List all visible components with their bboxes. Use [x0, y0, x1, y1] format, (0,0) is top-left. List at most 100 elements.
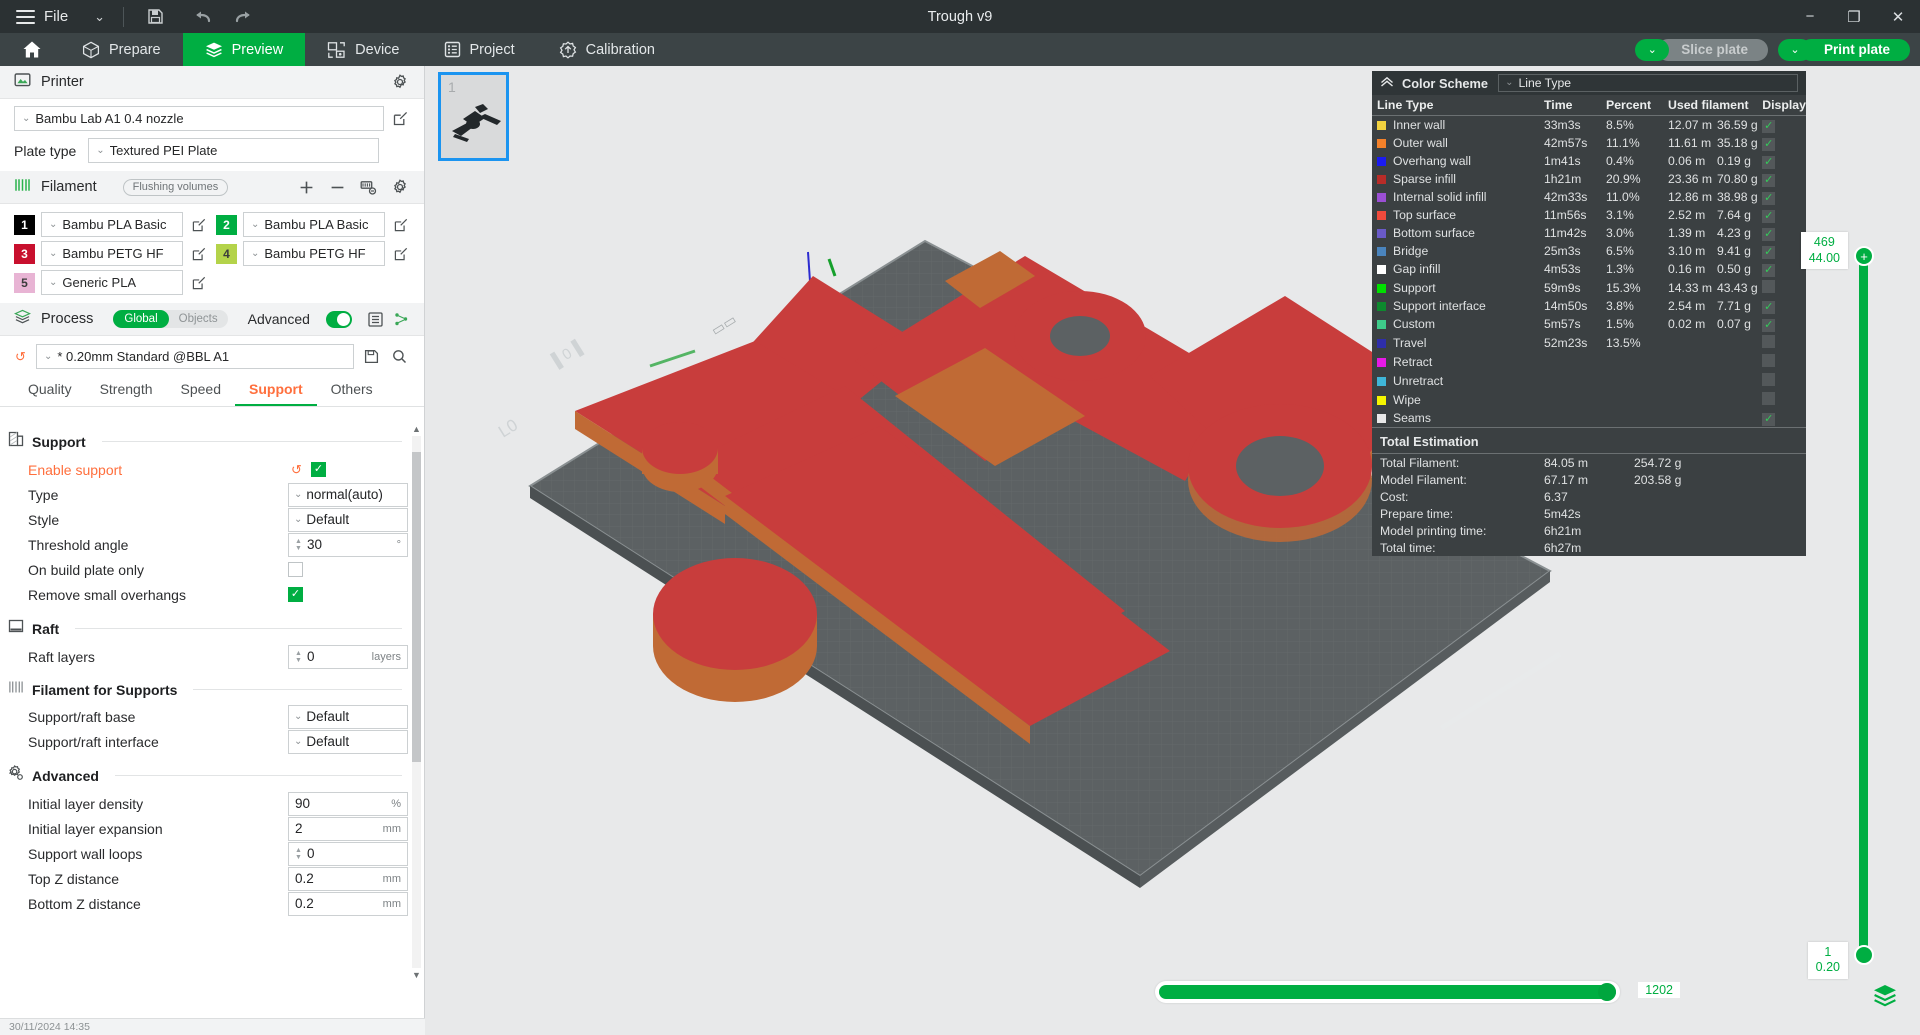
legend-display-checkbox[interactable]	[1762, 227, 1776, 241]
add-filament-icon[interactable]	[296, 177, 317, 198]
tab-device[interactable]: Device	[305, 33, 421, 66]
legend-row[interactable]: Support 59m9s 15.3% 14.33 m 43.43 g	[1372, 278, 1806, 297]
top-z-distance-input[interactable]: 0.2 mm	[288, 866, 408, 891]
plate-type-select[interactable]: ⌄ Textured PEI Plate	[88, 138, 379, 163]
legend-row[interactable]: Overhang wall 1m41s 0.4% 0.06 m 0.19 g	[1372, 152, 1806, 170]
legend-display-checkbox[interactable]	[1762, 391, 1776, 405]
legend-display-checkbox[interactable]	[1762, 173, 1776, 187]
layer-slider-top-handle[interactable]: +	[1854, 246, 1874, 266]
chevron-down-icon[interactable]: ⌄	[94, 9, 105, 25]
filament-slot-3-edit-icon[interactable]	[189, 244, 208, 263]
printer-edit-icon[interactable]	[391, 109, 410, 128]
legend-row[interactable]: Wipe	[1372, 390, 1806, 409]
legend-display-checkbox[interactable]	[1762, 191, 1776, 205]
moves-slider[interactable]: 1202	[1155, 981, 1680, 1003]
legend-display-checkbox[interactable]	[1762, 279, 1776, 293]
scroll-down-arrow-icon[interactable]: ▼	[412, 968, 421, 982]
legend-display-checkbox[interactable]	[1762, 353, 1776, 367]
undo-icon[interactable]	[190, 6, 216, 28]
legend-row[interactable]: Top surface 11m56s 3.1% 2.52 m 7.64 g	[1372, 206, 1806, 224]
legend-display-checkbox[interactable]	[1762, 137, 1776, 151]
initial-layer-expansion-input[interactable]: 2 mm	[288, 816, 408, 841]
filament-slot-3[interactable]: 3 ⌄ Bambu PETG HF	[14, 241, 208, 266]
legend-row[interactable]: Travel 52m23s 13.5%	[1372, 333, 1806, 352]
legend-row[interactable]: Outer wall 42m57s 11.1% 11.61 m 35.18 g	[1372, 134, 1806, 152]
filament-slot-1-edit-icon[interactable]	[189, 215, 208, 234]
filament-slot-3-select[interactable]: ⌄ Bambu PETG HF	[41, 241, 183, 266]
legend-display-checkbox[interactable]	[1762, 334, 1776, 348]
remove-small-overhangs-checkbox[interactable]	[288, 587, 303, 602]
scrollbar-thumb[interactable]	[412, 452, 421, 762]
chevron-up-icon[interactable]	[1380, 76, 1394, 90]
filament-slot-4[interactable]: 4 ⌄ Bambu PETG HF	[216, 241, 410, 266]
legend-row[interactable]: Retract	[1372, 352, 1806, 371]
legend-row[interactable]: Sparse infill 1h21m 20.9% 23.36 m 70.80 g	[1372, 170, 1806, 188]
legend-row[interactable]: Internal solid infill 42m33s 11.0% 12.86 m3…	[1372, 188, 1806, 206]
process-reset-icon[interactable]: ↺	[12, 348, 29, 365]
filament-slot-1[interactable]: 1 ⌄ Bambu PLA Basic	[14, 212, 208, 237]
moves-slider-handle[interactable]	[1598, 983, 1616, 1001]
color-scheme-select[interactable]: ⌄ Line Type	[1498, 74, 1798, 92]
spinner-arrows-icon[interactable]: ▲ ▼	[295, 847, 302, 861]
tab-calibration[interactable]: Calibration	[537, 33, 677, 66]
tab-speed[interactable]: Speed	[167, 375, 235, 406]
settings-scrollbar[interactable]: ▲ ▼	[412, 422, 421, 982]
printer-profile-select[interactable]: ⌄ Bambu Lab A1 0.4 nozzle	[14, 106, 384, 131]
process-preset-select[interactable]: ⌄ * 0.20mm Standard @BBL A1	[36, 344, 354, 369]
flushing-volumes-button[interactable]: Flushing volumes	[122, 178, 229, 196]
filament-slot-1-select[interactable]: ⌄ Bambu PLA Basic	[41, 212, 183, 237]
legend-row[interactable]: Unretract	[1372, 371, 1806, 390]
legend-row[interactable]: Bridge 25m3s 6.5% 3.10 m 9.41 g	[1372, 242, 1806, 260]
legend-row[interactable]: Support interface 14m50s 3.8% 2.54 m 7.71 g	[1372, 297, 1806, 315]
redo-icon[interactable]	[230, 6, 256, 28]
ams-icon[interactable]	[358, 177, 379, 198]
advanced-toggle[interactable]	[325, 310, 352, 328]
filament-slot-5[interactable]: 5 ⌄ Generic PLA	[14, 270, 208, 295]
tab-strength[interactable]: Strength	[86, 375, 167, 406]
legend-row[interactable]: Custom 5m57s 1.5% 0.02 m 0.07 g	[1372, 315, 1806, 333]
raft-layers-input[interactable]: ▲ ▼ 0 layers	[288, 644, 408, 669]
legend-row[interactable]: Inner wall 33m3s 8.5% 12.07 m 36.59 g	[1372, 116, 1806, 135]
print-plate-dropdown-icon[interactable]: ⌄	[1777, 38, 1812, 61]
file-menu[interactable]: File	[44, 8, 68, 25]
scroll-up-arrow-icon[interactable]: ▲	[412, 422, 421, 436]
filament-slot-2-select[interactable]: ⌄ Bambu PLA Basic	[243, 212, 385, 237]
legend-display-checkbox[interactable]	[1762, 209, 1776, 223]
slice-plate-dropdown-icon[interactable]: ⌄	[1635, 38, 1670, 61]
legend-display-checkbox[interactable]	[1762, 300, 1776, 314]
tab-support[interactable]: Support	[235, 375, 317, 406]
moves-slider-track[interactable]	[1155, 981, 1620, 1003]
filament-slot-2[interactable]: 2 ⌄ Bambu PLA Basic	[216, 212, 410, 237]
legend-display-checkbox[interactable]	[1762, 372, 1776, 386]
layers-stack-icon[interactable]	[1872, 983, 1898, 1009]
print-plate-split-button[interactable]: ⌄ Print plate	[1777, 38, 1910, 61]
spinner-arrows-icon[interactable]: ▲ ▼	[295, 538, 302, 552]
layer-slider-bottom-handle[interactable]	[1854, 945, 1874, 965]
filament-slot-4-select[interactable]: ⌄ Bambu PETG HF	[243, 241, 385, 266]
hamburger-menu-icon[interactable]	[16, 9, 35, 24]
slice-plate-split-button[interactable]: ⌄ Slice plate	[1635, 38, 1768, 61]
legend-display-checkbox[interactable]	[1762, 155, 1776, 169]
3d-viewport[interactable]: L0 ▌0▐ ▭▭ 1 Color Scheme ⌄ Line Type Lin…	[425, 66, 1920, 1035]
spinner-arrows-icon[interactable]: ▲ ▼	[295, 650, 302, 664]
bottom-z-distance-input[interactable]: 0.2 mm	[288, 891, 408, 916]
filament-slot-5-edit-icon[interactable]	[189, 273, 208, 292]
tab-prepare[interactable]: Prepare	[60, 33, 183, 66]
printer-gear-icon[interactable]	[389, 72, 410, 93]
tab-project[interactable]: Project	[422, 33, 537, 66]
plate-thumbnail-1[interactable]: 1	[438, 72, 509, 161]
support-wall-loops-input[interactable]: ▲ ▼ 0	[288, 841, 408, 866]
legend-row[interactable]: Gap infill 4m53s 1.3% 0.16 m 0.50 g	[1372, 260, 1806, 278]
tab-others[interactable]: Others	[317, 375, 387, 406]
save-icon[interactable]	[142, 6, 168, 28]
enable-support-checkbox[interactable]	[311, 462, 326, 477]
filament-slot-5-select[interactable]: ⌄ Generic PLA	[41, 270, 183, 295]
support-raft-interface-select[interactable]: ⌄ Default	[288, 729, 408, 754]
tab-quality[interactable]: Quality	[14, 375, 86, 406]
print-plate-button[interactable]: Print plate	[1799, 38, 1910, 61]
legend-display-checkbox[interactable]	[1762, 119, 1776, 133]
filament-slot-4-edit-icon[interactable]	[391, 244, 410, 263]
process-search-icon[interactable]	[389, 346, 410, 367]
process-mode-global[interactable]: Global	[113, 310, 169, 328]
legend-display-checkbox[interactable]	[1762, 318, 1776, 332]
